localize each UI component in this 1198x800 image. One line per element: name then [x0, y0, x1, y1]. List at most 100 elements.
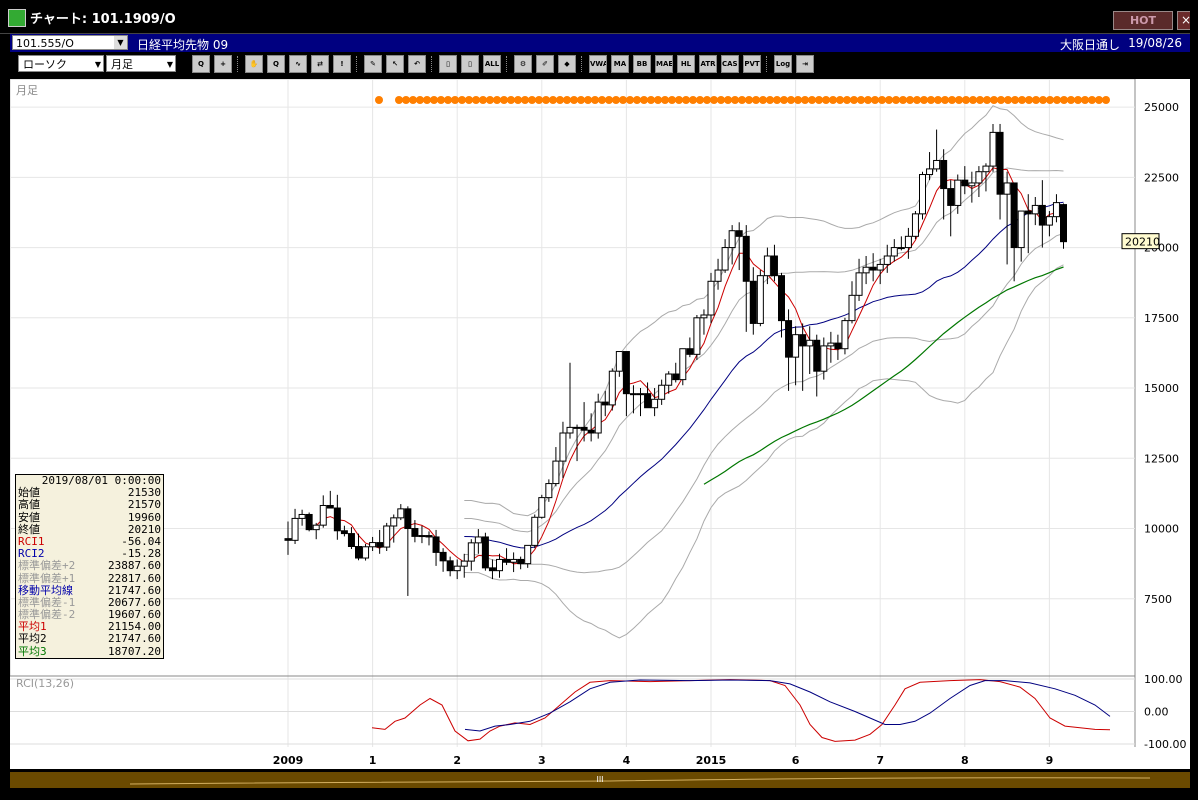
- signal-dot: [605, 96, 613, 104]
- candle: [672, 373, 680, 381]
- signal-dot: [430, 96, 438, 104]
- cursor-icon[interactable]: ↖: [386, 55, 404, 73]
- log-icon[interactable]: Log: [774, 55, 792, 73]
- chevron-down-icon: ▼: [166, 60, 173, 69]
- signal-dot: [815, 96, 823, 104]
- candle: [749, 280, 757, 324]
- signal-dot: [416, 96, 424, 104]
- signal-dot: [857, 96, 865, 104]
- alert-icon[interactable]: !: [333, 55, 351, 73]
- time-scrollbar[interactable]: III: [10, 772, 1190, 788]
- candle: [813, 339, 821, 372]
- x-tick-label: 2009: [273, 754, 304, 767]
- period-label: 月足: [16, 84, 38, 97]
- ma-icon[interactable]: MA: [611, 55, 629, 73]
- signal-dot: [696, 96, 704, 104]
- x-tick-label: 7: [876, 754, 884, 767]
- candle: [1052, 202, 1060, 218]
- color-icon[interactable]: ◆: [558, 55, 576, 73]
- candle: [728, 230, 736, 249]
- x-tick-label: 6: [792, 754, 800, 767]
- info-label: 標準偏差+1: [18, 571, 76, 585]
- y-tick-label: 10000: [1144, 523, 1179, 536]
- signal-dot: [934, 96, 942, 104]
- cash-icon[interactable]: CASH: [721, 55, 739, 73]
- hl-icon[interactable]: HL: [677, 55, 695, 73]
- bb-icon[interactable]: BB: [633, 55, 651, 73]
- pen-icon[interactable]: ✎: [364, 55, 382, 73]
- signal-dot: [514, 96, 522, 104]
- candle: [700, 314, 708, 319]
- candle: [799, 334, 807, 347]
- signal-dot: [871, 96, 879, 104]
- toolbar: ローソク ▼ 月足 ▼ Q+✋Q∿⇄!✎↖↶▯▯ALL⚙✐◆VWAPMABBMA…: [10, 52, 1190, 78]
- toolbar-separator: [506, 56, 509, 72]
- candle: [651, 398, 659, 409]
- vwap-icon[interactable]: VWAP: [589, 55, 607, 73]
- all-icon[interactable]: ALL: [483, 55, 501, 73]
- signal-dot: [997, 96, 1005, 104]
- candle: [291, 517, 299, 541]
- chevron-down-icon[interactable]: ▼: [114, 36, 127, 49]
- crosshair-icon[interactable]: +: [214, 55, 232, 73]
- mae-icon[interactable]: MAE: [655, 55, 673, 73]
- undo-icon[interactable]: ↶: [408, 55, 426, 73]
- hand-icon[interactable]: ✋: [245, 55, 263, 73]
- zoom-icon[interactable]: Q: [192, 55, 210, 73]
- info-label: 平均2: [18, 632, 47, 646]
- candle: [876, 263, 884, 271]
- info-panel: 2019/08/01 0:00:00 始値 21530 高値 21570 安値 19960…: [15, 474, 164, 659]
- atr-icon[interactable]: ATR: [699, 55, 717, 73]
- instrument-name: 日経平均先物 09: [137, 38, 229, 52]
- chart-type-value: ローソク: [23, 58, 67, 71]
- candle: [319, 504, 327, 526]
- candle: [940, 159, 948, 190]
- y-tick-label: 7500: [1144, 593, 1172, 606]
- signal-dot: [752, 96, 760, 104]
- symbol-select[interactable]: 101.555/O ▼: [12, 35, 128, 50]
- signal-dot: [402, 96, 410, 104]
- trend-icon[interactable]: ∿: [289, 55, 307, 73]
- info-label: 標準偏差+2: [18, 559, 76, 573]
- x-tick-label: 2: [453, 754, 461, 767]
- pvt-icon[interactable]: PVT: [743, 55, 761, 73]
- signal-dot: [787, 96, 795, 104]
- candle: [679, 348, 687, 381]
- candle: [439, 551, 447, 562]
- export-icon[interactable]: ⇥: [796, 55, 814, 73]
- y-tick-label: 25000: [1144, 101, 1179, 114]
- info-label: 高値: [18, 498, 40, 512]
- rci1-line: [371, 679, 1111, 742]
- chart-area[interactable]: 25000 22500 20000 17500 15000 12500 10000 7500 2…: [10, 79, 1190, 769]
- period-select[interactable]: 月足 ▼: [106, 55, 176, 72]
- hot-button[interactable]: HOT: [1113, 11, 1173, 30]
- candle: [390, 517, 398, 527]
- candle: [298, 513, 306, 519]
- signal-dot: [1081, 96, 1089, 104]
- candle: [453, 565, 461, 572]
- zoom-reset-icon[interactable]: Q: [267, 55, 285, 73]
- candle: [954, 179, 962, 206]
- brush-icon[interactable]: ✐: [536, 55, 554, 73]
- candle: [982, 165, 990, 173]
- info-row: 標準偏差+1 22817.60: [16, 571, 163, 585]
- signal-dot: [1102, 96, 1110, 104]
- chart-svg[interactable]: 2500022500200001750015000125001000075002…: [10, 79, 1190, 769]
- signal-dot: [808, 96, 816, 104]
- scroll-thumb[interactable]: III: [595, 775, 605, 785]
- signal-dot: [724, 96, 732, 104]
- title-bar[interactable]: チャート: 101.1909/O HOT ×: [0, 0, 1198, 34]
- candle: [933, 159, 941, 170]
- signal-dot: [493, 96, 501, 104]
- signal-dot: [941, 96, 949, 104]
- settings-icon[interactable]: ⚙: [514, 55, 532, 73]
- compare-icon[interactable]: ⇄: [311, 55, 329, 73]
- candle-icon[interactable]: ▯: [439, 55, 457, 73]
- chevron-down-icon: ▼: [94, 60, 101, 69]
- candle2-icon[interactable]: ▯: [461, 55, 479, 73]
- chart-type-select[interactable]: ローソク ▼: [18, 55, 104, 72]
- candle: [397, 508, 405, 519]
- toolbar-separator: [237, 56, 240, 72]
- candle: [848, 294, 856, 322]
- info-value: 19960: [127, 510, 161, 524]
